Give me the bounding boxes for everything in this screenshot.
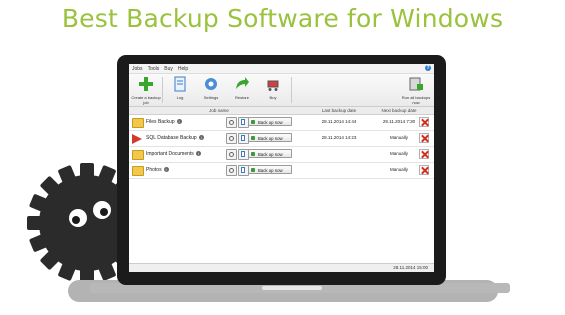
document-icon [174,76,186,92]
app-window: Jobs Tools Buy Help ? Create a backup jo… [129,64,434,272]
create-job-label: Create a backup job [131,95,161,105]
restore-button[interactable]: Restore [227,76,257,100]
gear-icon [229,152,234,157]
document-icon [241,167,245,173]
status-bar: 28.11.2014 15:00 [129,263,434,272]
job-settings-button[interactable] [226,117,237,128]
info-icon[interactable]: i [195,151,201,157]
job-name: Important Documents i [146,151,201,157]
back-up-now-button[interactable]: Back up now [248,133,292,142]
job-settings-button[interactable] [226,133,237,144]
settings-gear-icon [205,78,217,90]
folder-icon [132,150,144,160]
buy-label: Buy [269,95,277,100]
job-settings-button[interactable] [226,165,237,176]
document-icon [241,119,245,125]
gear-icon [229,120,234,125]
restore-label: Restore [234,95,249,100]
column-job-name[interactable]: Job name [129,108,309,113]
folder-icon [132,118,144,128]
info-icon[interactable]: i [198,135,204,141]
document-icon [241,151,245,157]
database-arrow-icon [132,134,142,144]
plus-icon [139,77,153,91]
job-settings-button[interactable] [226,149,237,160]
delete-job-icon[interactable] [419,133,429,143]
back-up-now-button[interactable]: Back up now [248,149,292,158]
settings-button[interactable]: Settings [196,76,226,100]
back-up-now-button[interactable]: Back up now [248,117,292,126]
help-icon[interactable]: ? [425,65,431,71]
folder-icon [132,166,144,176]
last-backup-date: 28.11.2014 14:44 [321,119,357,124]
info-icon[interactable]: i [163,167,169,173]
last-backup-date: 28.11.2014 14:23 [321,135,357,140]
restore-arrow-icon [236,77,249,89]
job-name: Photos i [146,167,169,173]
delete-job-icon[interactable] [419,149,429,159]
job-name: SQL Database Backup i [146,135,204,141]
toolbar-divider [162,77,163,103]
run-all-button[interactable]: Run all backups now [401,76,431,105]
run-all-label: Run all backups now [401,95,431,105]
job-name: Files Backup i [146,119,182,125]
column-last-backup[interactable]: Last backup date [309,108,369,113]
table-row[interactable]: Files Backup i Back up now 28.11.2014 14:… [129,115,434,131]
laptop-base-slot [262,286,322,290]
run-all-icon [409,77,423,91]
buy-button[interactable]: Buy [258,76,288,100]
info-icon[interactable]: i [176,119,182,125]
delete-job-icon[interactable] [419,165,429,175]
menu-buy[interactable]: Buy [164,66,173,72]
delete-job-icon[interactable] [419,117,429,127]
cart-icon [267,80,279,91]
column-next-backup[interactable]: Next backup date [369,108,429,113]
status-datetime: 28.11.2014 15:00 [393,265,428,270]
log-button[interactable]: Log [165,76,195,100]
page-headline: Best Backup Software for Windows [61,4,504,33]
document-icon [241,135,245,141]
gear-icon [229,136,234,141]
menu-jobs[interactable]: Jobs [132,66,143,72]
table-row[interactable]: Photos i Back up now Manually [129,163,434,179]
menu-bar: Jobs Tools Buy Help ? [129,64,434,73]
gear-icon [229,168,234,173]
table-row[interactable]: Important Documents i Back up now Manuall… [129,147,434,163]
toolbar-divider [291,77,292,103]
log-label: Log [176,95,184,100]
back-up-now-button[interactable]: Back up now [248,165,292,174]
toolbar: Create a backup job Log Settings Restore… [129,73,434,107]
menu-tools[interactable]: Tools [148,66,160,72]
menu-help[interactable]: Help [178,66,188,72]
table-row[interactable]: SQL Database Backup i Back up now 28.11.2… [129,131,434,147]
create-job-button[interactable]: Create a backup job [131,76,161,105]
settings-label: Settings [203,95,219,100]
laptop-frame: Jobs Tools Buy Help ? Create a backup jo… [117,55,446,285]
table-header: Job name Last backup date Next backup da… [129,107,434,115]
